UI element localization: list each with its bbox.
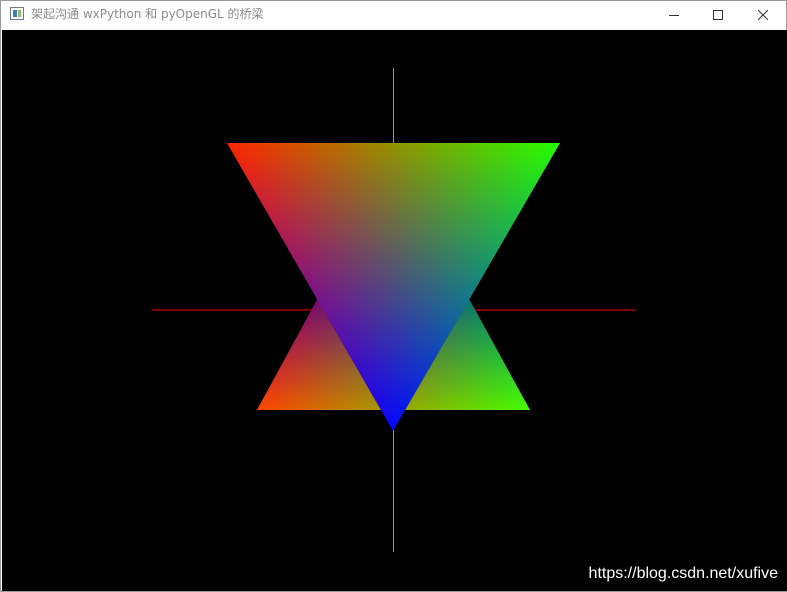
window-title: 架起沟通 wxPython 和 pyOpenGL 的桥梁: [31, 7, 264, 21]
gl-scene: [152, 68, 636, 552]
watermark-url: https://blog.csdn.net/xufive: [588, 565, 778, 582]
maximize-button[interactable]: [695, 1, 740, 29]
minimize-icon: [668, 15, 679, 16]
app-icon-pane-right: [18, 10, 21, 17]
minimize-button[interactable]: [651, 1, 696, 29]
wx-app-window-icon[interactable]: [10, 7, 24, 20]
close-button[interactable]: [740, 1, 785, 29]
app-window: 架起沟通 wxPython 和 pyOpenGL 的桥梁 https://blo…: [0, 0, 787, 592]
app-icon-pane-left: [13, 10, 17, 17]
opengl-canvas[interactable]: https://blog.csdn.net/xufive: [2, 30, 787, 591]
maximize-icon: [712, 10, 723, 20]
title-bar[interactable]: 架起沟通 wxPython 和 pyOpenGL 的桥梁: [1, 1, 786, 29]
close-icon: [757, 10, 768, 20]
